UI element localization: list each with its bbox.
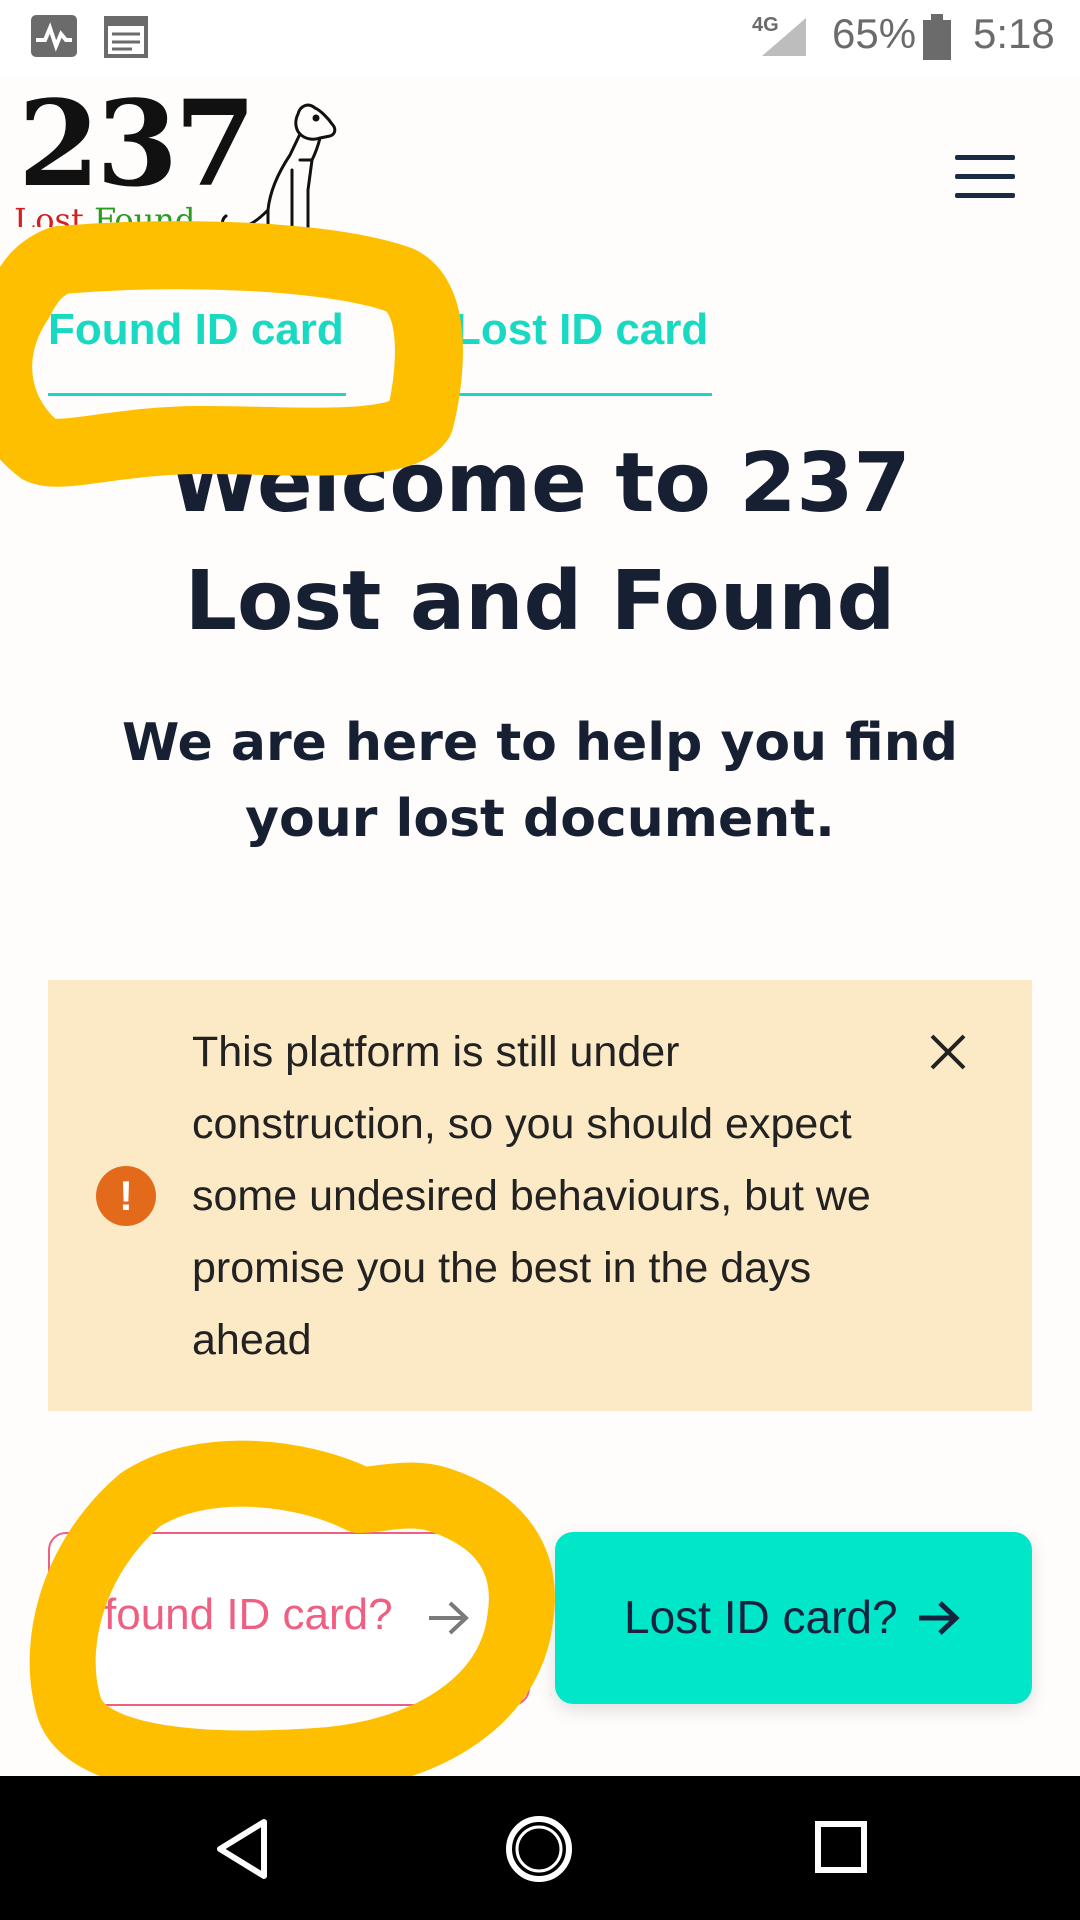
exclamation-icon: ! — [96, 1166, 156, 1226]
calendar-icon — [104, 16, 148, 58]
hamburger-line — [955, 174, 1015, 179]
tab-found-id-card[interactable]: Found ID card — [48, 305, 344, 355]
tab-lost-underline — [454, 393, 712, 396]
battery-percent: 65% — [832, 10, 917, 57]
home-icon[interactable] — [504, 1814, 574, 1884]
hamburger-line — [955, 193, 1015, 198]
tab-lost-id-card[interactable]: Lost ID card — [454, 305, 708, 355]
page-title: Welcome to 237 Lost and Found — [169, 436, 911, 649]
logo-sub-lost: Lost — [14, 203, 84, 227]
clock: 5:18 — [973, 10, 1055, 57]
logo-sub-found: Found — [93, 203, 196, 227]
battery-icon — [923, 14, 951, 60]
hamburger-line — [955, 155, 1015, 160]
recents-icon[interactable] — [814, 1820, 868, 1874]
page-subtitle: We are here to help you find your lost d… — [122, 713, 958, 849]
android-nav-bar — [0, 1776, 1080, 1920]
alert-message: This platform is still under constructio… — [192, 1028, 871, 1364]
arrow-right-icon — [429, 1601, 469, 1635]
lost-id-card-label: Lost ID card? — [624, 1591, 898, 1643]
menu-button[interactable] — [955, 155, 1015, 199]
logo-subtitle: Lost Found — [14, 203, 195, 227]
tab-found-underline — [48, 393, 346, 396]
back-icon[interactable] — [212, 1816, 272, 1882]
close-icon[interactable] — [922, 1026, 974, 1078]
logo-number: 237 — [18, 74, 256, 213]
status-bar: 4G 65% 5:18 — [0, 0, 1080, 75]
signal-icon — [762, 18, 806, 56]
arrow-right-icon — [919, 1601, 960, 1635]
dog-icon — [221, 103, 337, 234]
activity-icon — [31, 15, 77, 57]
found-id-card-label: found ID card? — [104, 1590, 393, 1639]
